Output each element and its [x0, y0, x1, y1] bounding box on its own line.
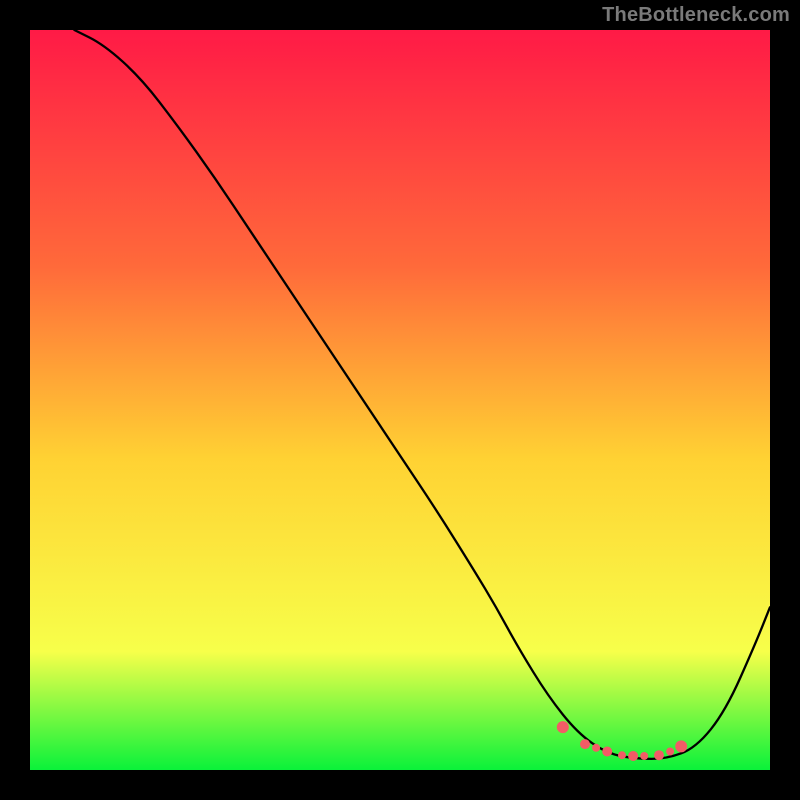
- bottleneck-chart: [0, 0, 800, 800]
- trough-marker: [675, 740, 687, 752]
- trough-marker: [628, 751, 638, 761]
- watermark-text: TheBottleneck.com: [602, 4, 790, 27]
- plot-gradient-background: [30, 30, 770, 770]
- trough-marker: [618, 751, 626, 759]
- trough-marker: [592, 744, 600, 752]
- trough-marker: [666, 748, 674, 756]
- trough-marker: [557, 721, 569, 733]
- trough-marker: [640, 752, 648, 760]
- trough-marker: [602, 747, 612, 757]
- trough-marker: [580, 739, 590, 749]
- trough-marker: [654, 750, 664, 760]
- chart-frame: { "watermark": "TheBottleneck.com", "col…: [0, 0, 800, 800]
